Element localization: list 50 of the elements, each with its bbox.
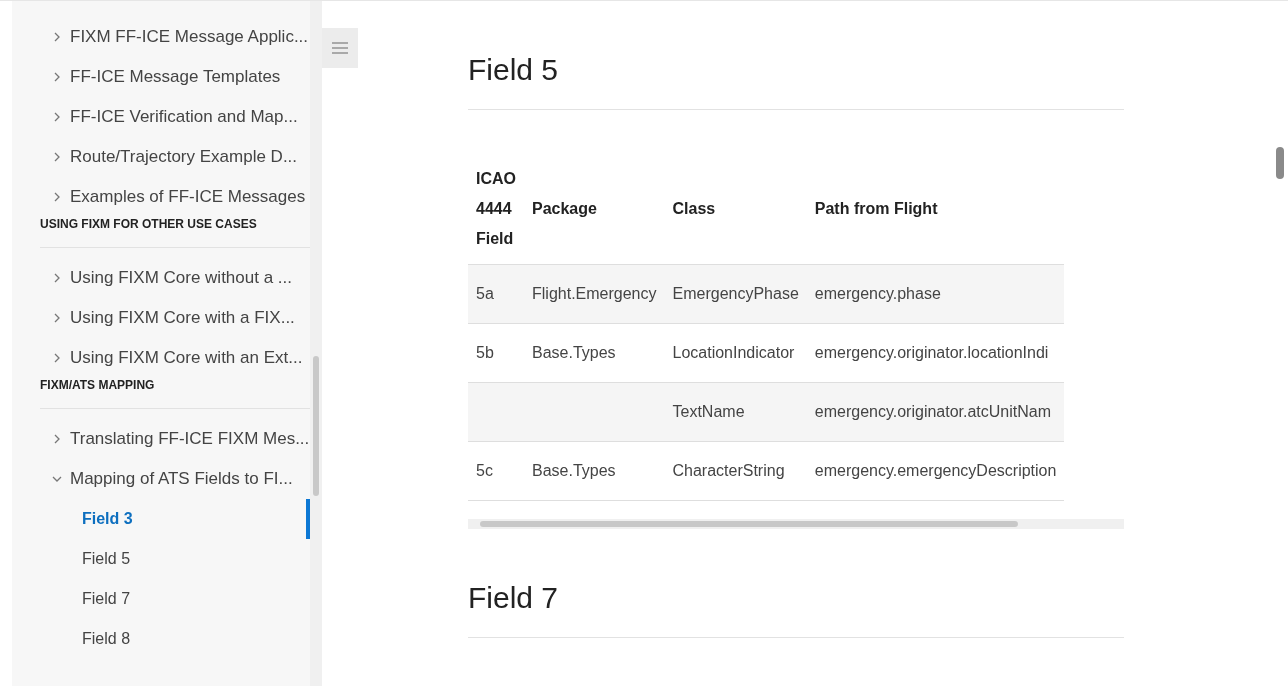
nav-item[interactable]: FF-ICE Verification and Map... — [40, 97, 310, 137]
nav-subitem[interactable]: Field 7 — [40, 579, 310, 619]
table-cell: Base.Types — [524, 323, 665, 383]
chevron-right-icon — [52, 72, 62, 82]
nav-item[interactable]: Using FIXM Core without a ... — [40, 258, 310, 298]
chevron-right-icon — [52, 152, 62, 162]
table-cell: Flight.Emergency — [524, 264, 665, 324]
menu-button[interactable] — [322, 28, 358, 68]
chevron-right-icon — [52, 313, 62, 323]
nav-item[interactable]: Using FIXM Core with a FIX... — [40, 298, 310, 338]
section-title: Field 7 — [468, 581, 1124, 638]
chevron-right-icon — [52, 32, 62, 42]
section-heading: FIXM/ATS MAPPING — [40, 378, 156, 394]
table-cell: TextName — [664, 382, 807, 442]
section-heading: USING FIXM FOR OTHER USE CASES — [40, 217, 258, 233]
nav-subitem[interactable]: Field 5 — [40, 539, 310, 579]
menu-icon — [332, 42, 348, 54]
table-cell: emergency.originator.locationIndi — [806, 323, 1065, 383]
horizontal-scrollbar[interactable] — [468, 519, 1124, 529]
table-cell: 5c — [468, 441, 524, 501]
chevron-right-icon — [52, 273, 62, 283]
chevron-right-icon — [52, 434, 62, 444]
nav-subitem[interactable]: Field 8 — [40, 619, 310, 659]
nav-item[interactable]: Using FIXM Core with an Ext... — [40, 338, 310, 378]
column-header: Path from Flight — [806, 154, 1065, 265]
nav-item[interactable]: Translating FF-ICE FIXM Mes... — [40, 419, 310, 459]
scrollbar-thumb[interactable] — [1276, 147, 1284, 179]
column-header: Class — [664, 154, 807, 265]
table-cell: CharacterString — [664, 441, 807, 501]
nav-item[interactable]: FF-ICE Message Templates — [40, 57, 310, 97]
table-cell: emergency.emergencyDescription — [806, 441, 1065, 501]
table-cell: Base.Types — [524, 441, 665, 501]
table-cell: emergency.originator.atcUnitNam — [806, 382, 1065, 442]
nav-item[interactable]: Route/Trajectory Example D... — [40, 137, 310, 177]
table-cell: emergency.phase — [806, 264, 1065, 324]
table-cell: EmergencyPhase — [664, 264, 807, 324]
chevron-right-icon — [52, 112, 62, 122]
table-cell: 5a — [468, 264, 524, 324]
column-header: Package — [524, 154, 665, 265]
column-header: ICAO 4444 Field — [468, 154, 524, 265]
table-cell: LocationIndicator — [664, 323, 807, 383]
chevron-down-icon — [52, 474, 62, 484]
table-cell: 5b — [468, 323, 524, 383]
chevron-right-icon — [52, 353, 62, 363]
section-title: Field 5 — [468, 53, 1124, 110]
nav-item[interactable]: Examples of FF-ICE Messages — [40, 177, 310, 217]
nav-item[interactable]: Mapping of ATS Fields to FI... — [40, 459, 310, 499]
chevron-right-icon — [52, 192, 62, 202]
nav-item[interactable]: FIXM FF-ICE Message Applic... — [40, 17, 310, 57]
scrollbar-thumb[interactable] — [313, 356, 319, 496]
